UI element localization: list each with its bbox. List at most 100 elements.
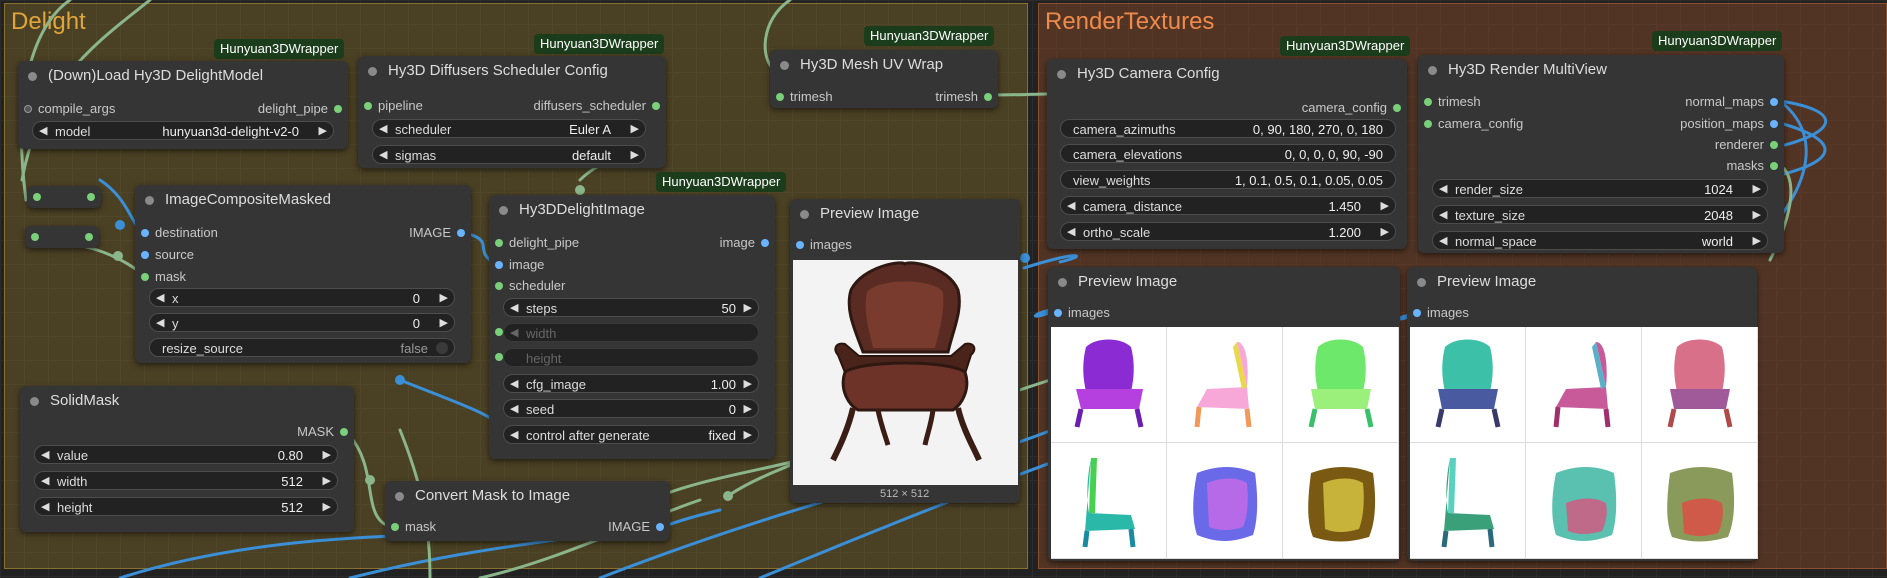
input-slot-trimesh[interactable]: trimesh <box>776 88 833 106</box>
control-after-generate-combo[interactable]: ◀ control after generate fixed ▶ <box>503 425 759 444</box>
node-title[interactable]: Hy3D Camera Config <box>1047 59 1407 89</box>
cfg-image-number[interactable]: ◀ cfg_image 1.00 ▶ <box>503 374 759 393</box>
collapse-dot[interactable] <box>800 210 809 219</box>
slot-dot[interactable] <box>984 93 992 101</box>
arrow-left-icon[interactable]: ◀ <box>510 426 518 445</box>
input-slot-images[interactable]: images <box>1054 304 1110 322</box>
arrow-right-icon[interactable]: ▶ <box>1381 223 1389 242</box>
output-slot-masks[interactable]: masks <box>1726 157 1778 175</box>
slot-dot[interactable] <box>85 233 93 241</box>
arrow-left-icon[interactable]: ◀ <box>39 122 47 141</box>
steps-number[interactable]: ◀ steps 50 ▶ <box>503 298 759 317</box>
arrow-left-icon[interactable]: ◀ <box>1439 180 1447 199</box>
input-slot-source[interactable]: source <box>141 246 194 264</box>
slot-dot[interactable] <box>1770 98 1778 106</box>
arrow-left-icon[interactable]: ◀ <box>1067 197 1075 216</box>
arrow-left-icon[interactable]: ◀ <box>510 400 518 419</box>
slot-dot[interactable] <box>1413 309 1421 317</box>
node-preview-image-positions[interactable]: Preview Image images <box>1407 267 1758 561</box>
arrow-left-icon[interactable]: ◀ <box>1439 206 1447 225</box>
slot-dot[interactable] <box>1054 309 1062 317</box>
arrow-left-icon[interactable]: ◀ <box>379 146 387 165</box>
node-scheduler-config[interactable]: Hy3D Diffusers Scheduler Config pipeline… <box>358 56 666 168</box>
node-hy3d-delight-image[interactable]: Hy3DDelightImage delight_pipe image sche… <box>489 195 775 459</box>
node-camera-config[interactable]: Hy3D Camera Config camera_config camera_… <box>1047 59 1407 249</box>
node-title[interactable]: SolidMask <box>20 386 354 416</box>
arrow-left-icon[interactable]: ◀ <box>1067 223 1075 242</box>
node-title[interactable]: Preview Image <box>1407 267 1757 297</box>
node-title[interactable]: Preview Image <box>790 199 1020 229</box>
input-slot-scheduler[interactable]: scheduler <box>495 277 565 295</box>
arrow-left-icon[interactable]: ◀ <box>379 120 387 139</box>
input-slot-delight-pipe[interactable]: delight_pipe <box>495 234 579 252</box>
slot-dot[interactable] <box>141 273 149 281</box>
input-slot-destination[interactable]: destination <box>141 224 218 242</box>
node-render-multiview[interactable]: Hy3D Render MultiView trimesh camera_con… <box>1418 55 1784 253</box>
scheduler-combo[interactable]: ◀ scheduler Euler A ▶ <box>372 119 646 138</box>
input-slot-pipeline[interactable]: pipeline <box>364 97 423 115</box>
node-image-composite-masked[interactable]: ImageCompositeMasked destination source … <box>135 185 471 363</box>
arrow-right-icon[interactable]: ▶ <box>323 446 331 465</box>
y-number[interactable]: ◀ y 0 ▶ <box>149 313 455 332</box>
slot-dot[interactable] <box>364 102 372 110</box>
arrow-left-icon[interactable]: ◀ <box>1439 232 1447 251</box>
toggle-knob[interactable] <box>436 342 448 354</box>
slot-dot[interactable] <box>495 353 503 361</box>
collapse-dot[interactable] <box>1057 70 1066 79</box>
arrow-right-icon[interactable]: ▶ <box>744 400 752 419</box>
output-slot-renderer[interactable]: renderer <box>1715 136 1778 154</box>
node-title[interactable]: Hy3D Diffusers Scheduler Config <box>358 56 666 86</box>
arrow-left-icon[interactable]: ◀ <box>41 498 49 517</box>
arrow-right-icon[interactable]: ▶ <box>319 122 327 141</box>
normal-space-combo[interactable]: ◀ normal_space world ▶ <box>1432 231 1768 250</box>
node-title[interactable]: (Down)Load Hy3D DelightModel <box>18 61 348 91</box>
arrow-right-icon[interactable]: ▶ <box>744 426 752 445</box>
collapse-dot[interactable] <box>28 72 37 81</box>
output-slot-delight-pipe[interactable]: delight_pipe <box>258 100 342 118</box>
slot-dot[interactable] <box>457 229 465 237</box>
arrow-right-icon[interactable]: ▶ <box>744 299 752 318</box>
node-preview-image-chair[interactable]: Preview Image images 512 × 512 <box>790 199 1020 503</box>
node-title[interactable]: Hy3D Mesh UV Wrap <box>770 50 998 80</box>
slot-dot[interactable] <box>796 241 804 249</box>
resize-source-toggle[interactable]: resize_source false <box>149 338 455 357</box>
width-number[interactable]: ◀ width 512 ▶ <box>34 471 338 490</box>
value-number[interactable]: ◀ value 0.80 ▶ <box>34 445 338 464</box>
node-title[interactable]: ImageCompositeMasked <box>135 185 471 215</box>
node-title[interactable]: Convert Mask to Image <box>385 481 670 511</box>
input-slot-images[interactable]: images <box>1413 304 1469 322</box>
slot-dot[interactable] <box>656 523 664 531</box>
slot-dot[interactable] <box>340 428 348 436</box>
slot-dot[interactable] <box>334 105 342 113</box>
arrow-right-icon[interactable]: ▶ <box>440 289 448 308</box>
node-mesh-uv-wrap[interactable]: Hy3D Mesh UV Wrap trimesh trimesh <box>770 50 998 108</box>
input-slot-mask[interactable]: mask <box>391 518 436 536</box>
output-slot-normal-maps[interactable]: normal_maps <box>1685 93 1778 111</box>
arrow-left-icon[interactable]: ◀ <box>41 472 49 491</box>
arrow-left-icon[interactable]: ◀ <box>510 375 518 394</box>
ortho-scale-number[interactable]: ◀ ortho_scale 1.200 ▶ <box>1060 222 1396 241</box>
arrow-right-icon[interactable]: ▶ <box>631 120 639 139</box>
arrow-right-icon[interactable]: ▶ <box>1753 232 1761 251</box>
arrow-right-icon[interactable]: ▶ <box>323 498 331 517</box>
arrow-right-icon[interactable]: ▶ <box>323 472 331 491</box>
output-slot-image[interactable]: IMAGE <box>608 518 664 536</box>
arrow-right-icon[interactable]: ▶ <box>1381 197 1389 216</box>
output-slot-trimesh[interactable]: trimesh <box>935 88 992 106</box>
collapse-dot[interactable] <box>368 67 377 76</box>
node-title[interactable]: Hy3D Render MultiView <box>1418 55 1784 85</box>
slot-dot[interactable] <box>24 105 32 113</box>
height-number[interactable]: ◀ height 512 ▶ <box>34 497 338 516</box>
slot-dot[interactable] <box>495 328 503 336</box>
collapse-dot[interactable] <box>395 492 404 501</box>
model-combo[interactable]: ◀ model hunyuan3d-delight-v2-0 ▶ <box>32 121 334 140</box>
slot-dot[interactable] <box>141 229 149 237</box>
output-slot-camera-config[interactable]: camera_config <box>1302 99 1401 117</box>
slot-dot[interactable] <box>761 239 769 247</box>
output-slot-position-maps[interactable]: position_maps <box>1680 115 1778 133</box>
slot-dot[interactable] <box>87 193 95 201</box>
node-title[interactable]: Hy3DDelightImage <box>489 195 775 225</box>
seed-number[interactable]: ◀ seed 0 ▶ <box>503 399 759 418</box>
collapse-dot[interactable] <box>145 196 154 205</box>
arrow-left-icon[interactable]: ◀ <box>156 289 164 308</box>
